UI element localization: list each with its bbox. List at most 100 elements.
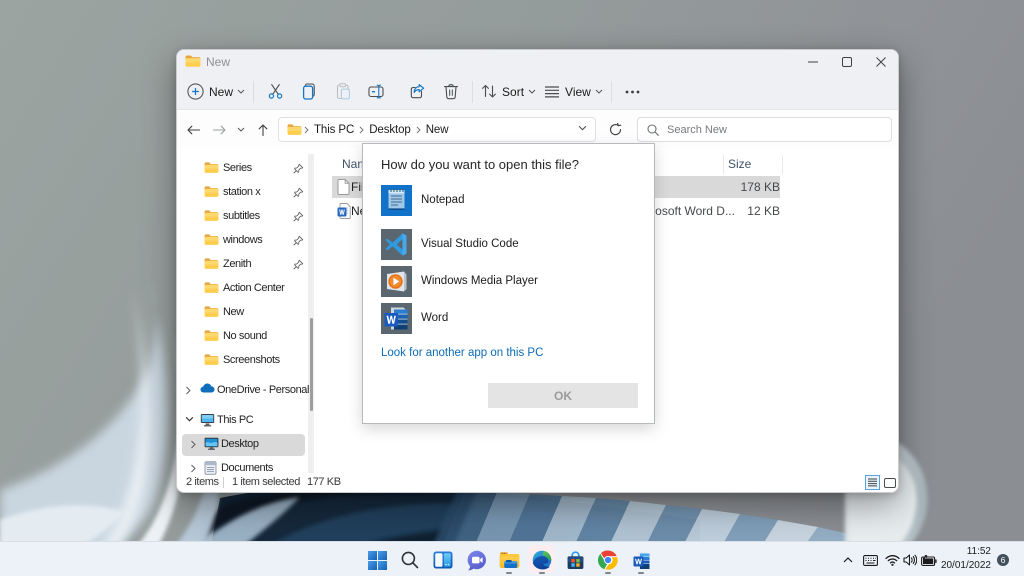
more-options-button[interactable] xyxy=(616,78,650,106)
app-option-vscode[interactable]: Visual Studio Code xyxy=(381,229,631,260)
address-dropdown-icon[interactable] xyxy=(578,125,587,131)
app-option-label: Word xyxy=(421,312,448,324)
sidebar-item-windows[interactable]: windows xyxy=(177,229,329,253)
windows-media-player-icon xyxy=(381,266,412,302)
toolbar-separator xyxy=(253,81,254,103)
command-bar: New Sort xyxy=(177,74,898,110)
touch-keyboard-button[interactable] xyxy=(861,551,879,569)
sidebar-item-desktop[interactable]: Desktop xyxy=(177,433,329,457)
microsoft-store-button[interactable] xyxy=(563,548,587,572)
chrome-button[interactable] xyxy=(596,548,620,572)
speaker-icon xyxy=(903,554,917,566)
sidebar-item-series[interactable]: Series xyxy=(177,157,329,181)
search-icon xyxy=(647,124,659,136)
cut-button[interactable] xyxy=(258,78,292,106)
task-view-button[interactable] xyxy=(431,548,455,572)
sidebar-item-documents[interactable]: Documents xyxy=(177,457,329,481)
folder-icon xyxy=(204,209,219,225)
volume-button[interactable] xyxy=(901,551,919,569)
search-box[interactable]: Search New xyxy=(637,117,892,142)
column-header-size[interactable]: Size xyxy=(728,157,751,171)
rename-button[interactable] xyxy=(360,78,394,106)
recent-locations-button[interactable] xyxy=(232,117,250,143)
chevron-down-icon xyxy=(237,127,245,132)
word-button[interactable] xyxy=(629,548,653,572)
copy-button[interactable] xyxy=(292,78,326,106)
app-option-notepad[interactable]: Notepad xyxy=(381,185,631,216)
paste-icon xyxy=(335,83,352,100)
sidebar-item-new[interactable]: New xyxy=(177,301,329,325)
wifi-button[interactable] xyxy=(883,551,901,569)
app-option-word[interactable]: Word xyxy=(381,303,631,334)
notification-badge[interactable]: 6 xyxy=(997,554,1009,566)
sidebar-item-no-sound[interactable]: No sound xyxy=(177,325,329,349)
breadcrumb-this-pc[interactable]: This PC xyxy=(311,124,357,136)
chevron-right-icon[interactable] xyxy=(185,386,191,395)
start-button[interactable] xyxy=(365,548,389,572)
column-separator[interactable] xyxy=(723,155,724,174)
running-indicator xyxy=(638,572,644,574)
word-icon xyxy=(381,303,412,339)
forward-button[interactable] xyxy=(206,117,232,143)
sort-button-label: Sort xyxy=(502,85,524,99)
sidebar-item-label: Zenith xyxy=(223,258,251,270)
edge-button[interactable] xyxy=(530,548,554,572)
visual-studio-code-icon xyxy=(381,229,412,265)
clock[interactable]: 11:52 20/01/2022 xyxy=(941,546,991,569)
folder-icon xyxy=(204,353,219,369)
sidebar-item-zenith[interactable]: Zenith xyxy=(177,253,329,277)
back-button[interactable] xyxy=(180,117,206,143)
forward-arrow-icon xyxy=(213,125,226,135)
folder-icon xyxy=(287,123,302,136)
up-button[interactable] xyxy=(250,117,276,143)
sidebar-item-station-x[interactable]: station x xyxy=(177,181,329,205)
folder-icon xyxy=(204,329,219,345)
chevron-right-icon[interactable] xyxy=(190,440,196,449)
refresh-button[interactable] xyxy=(602,117,628,142)
title-bar[interactable]: New xyxy=(177,50,898,74)
up-arrow-icon xyxy=(258,124,268,136)
delete-icon xyxy=(443,83,459,100)
close-button[interactable] xyxy=(864,50,898,74)
minimize-button[interactable] xyxy=(796,50,830,74)
sidebar-item-onedrive[interactable]: OneDrive - Personal xyxy=(177,379,329,403)
delete-button[interactable] xyxy=(434,78,468,106)
sidebar-item-subtitles[interactable]: subtitles xyxy=(177,205,329,229)
battery-button[interactable] xyxy=(920,551,938,569)
details-view-button[interactable] xyxy=(865,475,880,490)
file-size: 178 KB xyxy=(680,180,780,194)
sidebar-item-label: This PC xyxy=(217,414,253,426)
ok-button[interactable]: OK xyxy=(488,383,638,408)
folder-icon xyxy=(204,161,219,177)
more-apps-link[interactable]: Look for another app on this PC xyxy=(381,347,543,359)
chevron-down-icon[interactable] xyxy=(185,416,194,422)
search-button[interactable] xyxy=(398,548,422,572)
running-indicator xyxy=(506,572,512,574)
view-button[interactable]: View xyxy=(540,78,607,106)
chat-button[interactable] xyxy=(464,548,488,572)
notification-count: 6 xyxy=(1001,555,1006,565)
breadcrumb-desktop[interactable]: Desktop xyxy=(366,124,414,136)
folder-icon xyxy=(204,305,219,321)
chevron-right-icon[interactable] xyxy=(190,464,196,473)
file-explorer-button[interactable] xyxy=(497,548,521,572)
address-bar[interactable]: This PC Desktop New xyxy=(278,117,596,142)
sidebar-item-this-pc[interactable]: This PC xyxy=(177,409,329,433)
maximize-button[interactable] xyxy=(830,50,864,74)
pin-icon xyxy=(293,187,304,201)
column-separator[interactable] xyxy=(782,155,783,174)
share-button[interactable] xyxy=(400,78,434,106)
breadcrumb-new[interactable]: New xyxy=(423,124,452,136)
sidebar-item-action-center[interactable]: Action Center xyxy=(177,277,329,301)
app-option-wmp[interactable]: Windows Media Player xyxy=(381,266,631,297)
windows-start-icon xyxy=(368,551,387,570)
paste-button[interactable] xyxy=(326,78,360,106)
large-icons-view-button[interactable] xyxy=(882,475,897,490)
file-icon xyxy=(337,179,350,198)
sort-button[interactable]: Sort xyxy=(477,78,540,106)
sidebar-item-screenshots[interactable]: Screenshots xyxy=(177,349,329,373)
tray-chevron-up-button[interactable] xyxy=(839,551,857,569)
new-button[interactable]: New xyxy=(183,78,249,106)
app-option-label: Windows Media Player xyxy=(421,275,538,287)
microsoft-store-icon xyxy=(566,551,585,570)
